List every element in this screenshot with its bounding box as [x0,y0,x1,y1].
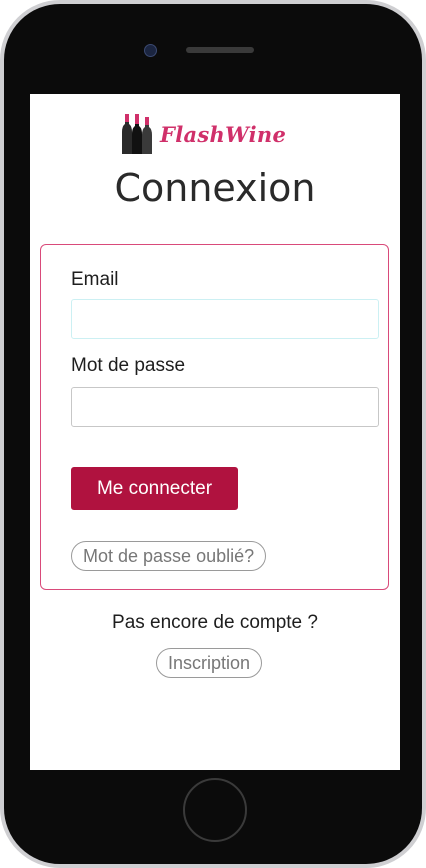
wine-bottles-icon [122,114,152,154]
email-label: Email [71,269,119,290]
forgot-password-button[interactable]: Mot de passe oublié? [71,541,267,571]
login-button[interactable]: Me connecter [71,467,238,510]
brand-logo: FlashWine [120,114,286,154]
login-form: Email Mot de passe Me connecter Mot de p… [40,244,389,590]
camera-icon [144,44,157,57]
page-title: Connexion [114,166,316,210]
phone-frame: FlashWine Connexion Email Mot de passe M… [0,0,426,868]
email-field[interactable] [71,299,379,339]
password-label: Mot de passe [71,355,186,376]
signup-prompt: Pas encore de compte ? [112,612,318,633]
brand-name: FlashWine [160,121,287,147]
password-field[interactable] [71,387,379,427]
speaker-grille [186,47,254,53]
app-screen: FlashWine Connexion Email Mot de passe M… [30,94,400,770]
home-button[interactable] [183,778,247,842]
signup-button[interactable]: Inscription [156,648,263,678]
